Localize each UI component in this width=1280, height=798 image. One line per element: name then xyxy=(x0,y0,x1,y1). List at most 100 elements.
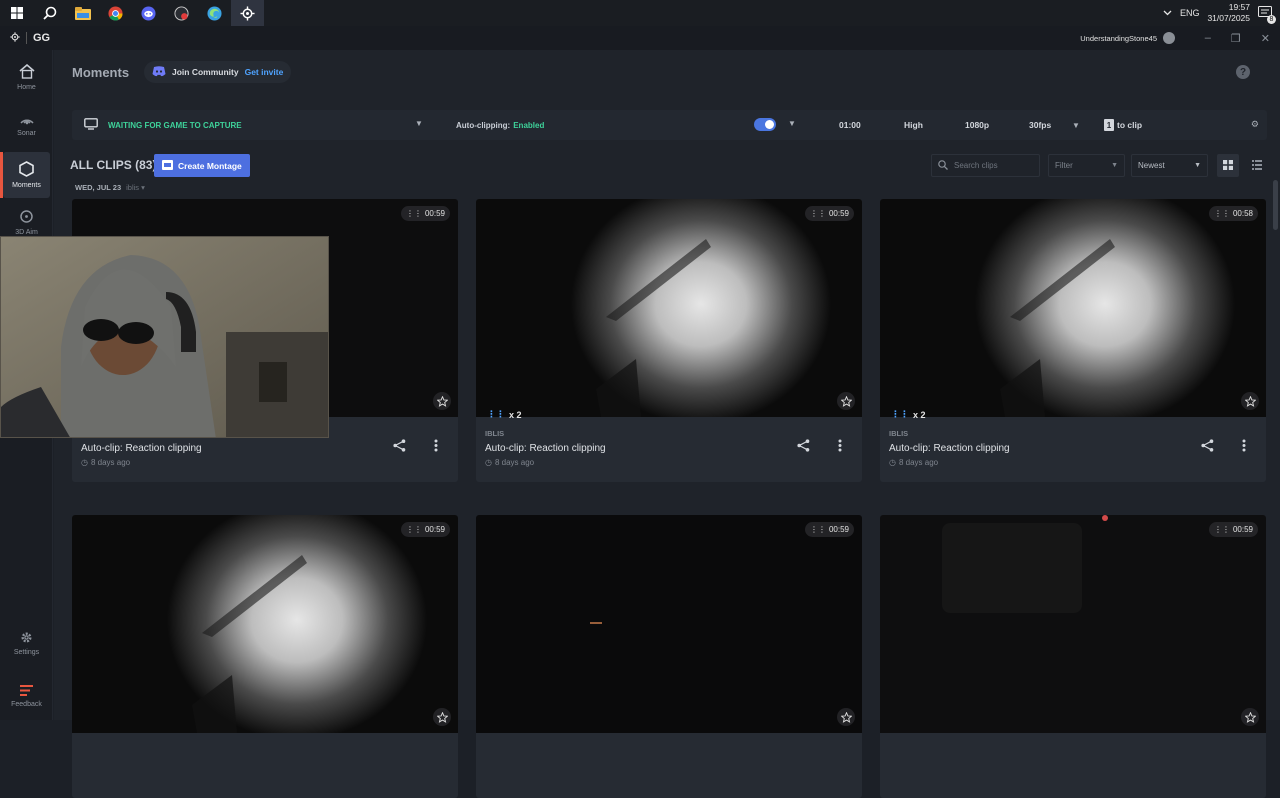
clip-card[interactable]: ⋮⋮ 00:59 xyxy=(476,515,862,798)
sidebar-item-label: Moments xyxy=(12,182,41,189)
username: UnderstandingStone45 xyxy=(1080,33,1157,43)
clip-card[interactable]: ⋮⋮ 00:58 ⋮⋮ x 2 IBLIS Auto-clip: Reactio… xyxy=(880,199,1266,482)
clip-thumbnail[interactable] xyxy=(880,515,1266,733)
clip-duration-option[interactable]: 01:00 xyxy=(839,110,861,140)
grid-view-button[interactable] xyxy=(1217,154,1239,177)
search-icon[interactable] xyxy=(33,0,66,26)
avatar xyxy=(1163,32,1175,44)
more-options-icon[interactable] xyxy=(838,439,842,457)
date-game-dropdown[interactable]: iblis ▾ xyxy=(126,183,145,192)
clip-thumbnail[interactable] xyxy=(476,199,862,417)
clip-duration-badge: ⋮⋮ 00:59 xyxy=(1208,522,1258,537)
get-invite-link[interactable]: Get invite xyxy=(245,67,284,77)
clip-duration-badge: ⋮⋮ 00:58 xyxy=(1208,206,1258,221)
clip-thumbnail[interactable] xyxy=(880,199,1266,417)
clip-title: Auto-clip: Reaction clipping xyxy=(485,443,606,454)
filter-label: Filter xyxy=(1055,161,1073,170)
fps-option[interactable]: 30fps xyxy=(1029,110,1051,140)
discord-icon xyxy=(152,65,166,79)
file-explorer-icon[interactable] xyxy=(66,0,99,26)
clip-duration-badge: ⋮⋮ 00:59 xyxy=(400,206,450,221)
clip-card[interactable]: ⋮⋮ 00:59 ⋮⋮ x 2 IBLIS Auto-clip: Reactio… xyxy=(476,199,862,482)
clip-duration: 00:59 xyxy=(424,209,445,218)
windows-start-icon[interactable] xyxy=(0,0,33,26)
restore-icon[interactable]: ❐ xyxy=(1231,32,1241,45)
share-icon[interactable] xyxy=(393,439,406,457)
os-taskbar: ENG 19:57 31/07/2025 8 xyxy=(0,0,1280,26)
sidebar-item-sonar[interactable]: Sonar xyxy=(3,101,50,147)
tray-expand-chevron-icon[interactable] xyxy=(1163,8,1172,18)
clip-card[interactable]: ⋮⋮ 00:59 xyxy=(880,515,1266,798)
fps-dropdown-icon[interactable]: ▼ xyxy=(1072,110,1080,140)
audio-wave-icon: ⋮⋮ xyxy=(809,525,826,534)
audio-wave-icon: ⋮⋮ xyxy=(405,525,422,534)
clip-game: IBLIS xyxy=(889,429,909,438)
thumbnail-scene xyxy=(942,515,1108,613)
favorite-star-icon[interactable] xyxy=(1241,392,1259,410)
clock-icon: ◷ xyxy=(485,458,492,467)
list-view-icon xyxy=(1252,157,1262,175)
capture-source-dropdown-icon[interactable]: ▼ xyxy=(415,119,423,128)
clip-thumbnail[interactable] xyxy=(476,515,862,733)
autoclip-toggle[interactable] xyxy=(754,118,776,131)
sidebar-item-settings[interactable]: Settings xyxy=(3,620,50,666)
notification-count-badge: 8 xyxy=(1267,15,1276,24)
clip-thumbnail[interactable] xyxy=(72,515,458,733)
clock-date: 31/07/2025 xyxy=(1207,13,1250,23)
date-game-label: iblis xyxy=(126,183,140,192)
resolution-option[interactable]: 1080p xyxy=(965,110,989,140)
help-icon[interactable]: ? xyxy=(1236,65,1250,79)
autoclip-label: Auto-clipping: xyxy=(456,120,511,130)
sidebar-item-home[interactable]: Home xyxy=(3,54,50,100)
clip-hotkey[interactable]: 1 to clip xyxy=(1104,110,1142,140)
clips-scrollbar[interactable] xyxy=(1273,180,1278,230)
steelseries-gg-taskbar-icon[interactable] xyxy=(231,0,264,26)
clip-title: Auto-clip: Reaction clipping xyxy=(889,443,1010,454)
sidebar-item-feedback[interactable]: Feedback xyxy=(3,673,50,719)
list-view-button[interactable] xyxy=(1246,154,1268,177)
quality-option[interactable]: High xyxy=(904,110,923,140)
all-clips-heading: ALL CLIPS (83) xyxy=(70,158,157,172)
discord-icon[interactable] xyxy=(132,0,165,26)
sort-label: Newest xyxy=(1138,161,1165,170)
minimize-icon[interactable]: – xyxy=(1205,32,1211,44)
create-montage-button[interactable]: Create Montage xyxy=(154,154,250,177)
more-options-icon[interactable] xyxy=(434,439,438,457)
chevron-down-icon: ▼ xyxy=(1111,162,1118,169)
favorite-star-icon[interactable] xyxy=(837,708,855,726)
sidebar-item-moments[interactable]: Moments xyxy=(0,152,50,198)
capture-status-text: WAITING FOR GAME TO CAPTURE xyxy=(108,120,242,130)
sort-dropdown[interactable]: Newest ▼ xyxy=(1131,154,1208,177)
app-logo: GG xyxy=(0,31,50,45)
join-community-button[interactable]: Join Community Get invite xyxy=(144,61,292,83)
favorite-star-icon[interactable] xyxy=(1241,708,1259,726)
recorder-app-icon[interactable] xyxy=(165,0,198,26)
close-icon[interactable]: ✕ xyxy=(1261,32,1270,45)
chrome-icon[interactable] xyxy=(99,0,132,26)
search-clips-input[interactable]: Search clips xyxy=(931,154,1040,177)
favorite-star-icon[interactable] xyxy=(433,392,451,410)
clip-duration: 00:59 xyxy=(828,525,849,534)
thumbnail-scene xyxy=(1000,239,1115,417)
autoclip-dropdown-icon[interactable]: ▼ xyxy=(788,119,796,128)
clip-card[interactable]: ⋮⋮ 00:59 xyxy=(72,515,458,798)
filter-dropdown[interactable]: Filter ▼ xyxy=(1048,154,1125,177)
sidebar-item-label: Home xyxy=(17,83,36,91)
favorite-star-icon[interactable] xyxy=(433,708,451,726)
share-icon[interactable] xyxy=(1201,439,1214,457)
more-options-icon[interactable] xyxy=(1242,439,1246,457)
create-montage-label: Create Montage xyxy=(178,160,242,171)
clip-age: ◷ 8 days ago xyxy=(485,458,606,467)
clock-icon: ◷ xyxy=(81,458,88,467)
user-account[interactable]: UnderstandingStone45 xyxy=(1080,26,1175,50)
join-community-label: Join Community xyxy=(172,67,239,77)
favorite-star-icon[interactable] xyxy=(837,392,855,410)
language-indicator[interactable]: ENG xyxy=(1180,8,1200,18)
edge-icon[interactable] xyxy=(198,0,231,26)
system-clock[interactable]: 19:57 31/07/2025 xyxy=(1207,2,1250,24)
share-icon[interactable] xyxy=(797,439,810,457)
capture-status[interactable]: WAITING FOR GAME TO CAPTURE xyxy=(84,110,242,140)
capture-settings-gear-icon[interactable]: ⚙ xyxy=(1251,119,1259,130)
notifications-icon[interactable]: 8 xyxy=(1258,6,1276,24)
sonar-icon xyxy=(19,111,35,127)
